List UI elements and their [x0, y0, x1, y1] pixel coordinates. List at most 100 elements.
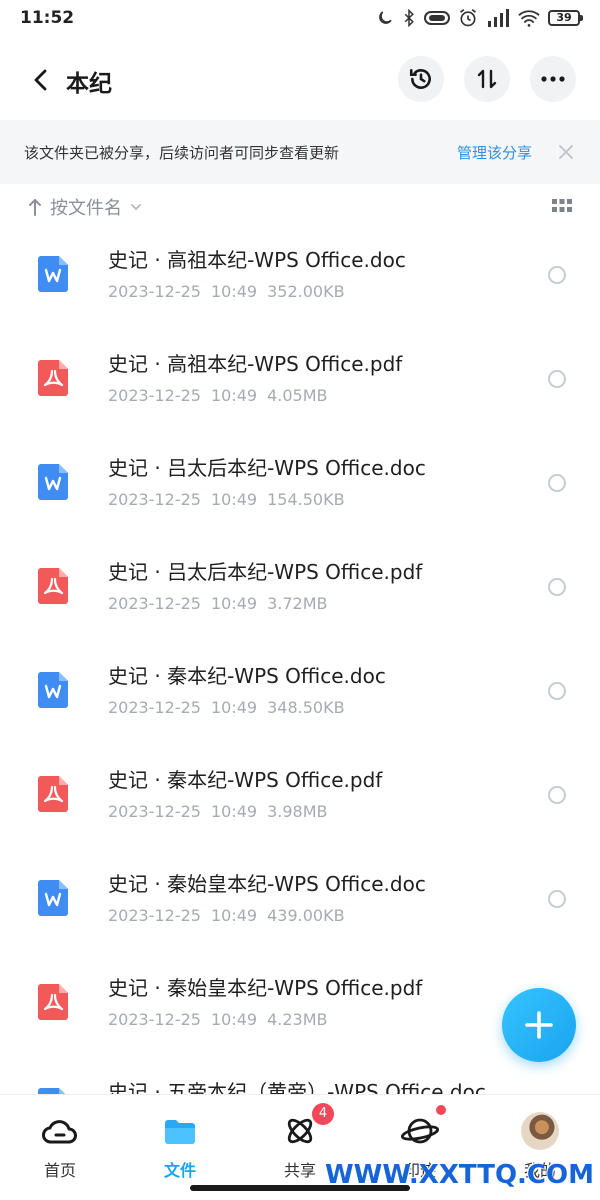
grid-icon [552, 199, 572, 212]
sort-by-name-button[interactable]: 按文件名 [28, 194, 142, 220]
file-name: 史记 · 秦本纪-WPS Office.pdf [108, 768, 383, 792]
signal-icon [488, 9, 509, 27]
alarm-icon [460, 9, 476, 27]
add-button[interactable] [502, 988, 576, 1062]
file-name: 史记 · 高祖本纪-WPS Office.doc [108, 248, 406, 272]
share-banner: 该文件夹已被分享，后续访问者可同步查看更新 管理该分享 [0, 120, 600, 184]
close-banner-button[interactable] [556, 142, 576, 162]
file-name: 史记 · 吕太后本纪-WPS Office.pdf [108, 560, 423, 584]
file-name: 史记 · 吕太后本纪-WPS Office.doc [108, 456, 426, 480]
select-radio[interactable] [548, 890, 566, 908]
file-date: 2023-12-25 [108, 1010, 201, 1029]
file-name: 史记 · 秦始皇本纪-WPS Office.pdf [108, 976, 423, 1000]
trace-dot [436, 1105, 446, 1115]
sort-row: 按文件名 [0, 190, 600, 224]
file-meta: 2023-12-25 10:49 352.00KB [108, 282, 355, 301]
file-size: 4.23MB [267, 1010, 328, 1029]
file-date: 2023-12-25 [108, 386, 201, 405]
doc-file-icon [38, 256, 70, 292]
file-meta: 2023-12-25 10:49 348.50KB [108, 698, 355, 717]
page-title: 本纪 [66, 71, 112, 97]
select-radio[interactable] [548, 786, 566, 804]
battery-icon: 39 [548, 10, 583, 26]
nav-home[interactable]: 首页 [0, 1095, 120, 1200]
file-row[interactable]: 史记 · 秦始皇本纪-WPS Office.doc 2023-12-25 10:49… [0, 846, 600, 950]
file-date: 2023-12-25 [108, 802, 201, 821]
status-icons: 39 [376, 8, 583, 28]
header: 本纪 [0, 52, 600, 108]
sort-label: 按文件名 [50, 198, 122, 219]
cloud-icon [40, 1111, 80, 1151]
file-size: 154.50KB [267, 490, 345, 509]
select-radio[interactable] [548, 370, 566, 388]
file-size: 3.72MB [267, 594, 328, 613]
select-radio[interactable] [548, 266, 566, 284]
file-row[interactable]: 史记 · 吕太后本纪-WPS Office.pdf 2023-12-25 10:49… [0, 534, 600, 638]
file-row[interactable]: 史记 · 五帝本纪（黄帝）-WPS Office.doc [0, 1054, 600, 1094]
sort-order-icon [477, 69, 497, 89]
file-time: 10:49 [210, 802, 258, 821]
file-time: 10:49 [210, 386, 258, 405]
file-time: 10:49 [210, 490, 258, 509]
file-time: 10:49 [210, 282, 258, 301]
back-button[interactable] [22, 62, 58, 98]
close-icon [559, 145, 573, 159]
avatar-wrap [520, 1111, 560, 1151]
planet-icon [400, 1105, 446, 1151]
file-size: 439.00KB [267, 906, 345, 925]
file-row[interactable]: 史记 · 秦本纪-WPS Office.pdf 2023-12-25 10:49 3.… [0, 742, 600, 846]
file-time: 10:49 [210, 594, 258, 613]
grid-view-button[interactable] [552, 198, 572, 217]
more-button[interactable] [530, 56, 576, 102]
file-name: 史记 · 秦始皇本纪-WPS Office.doc [108, 872, 426, 896]
select-radio[interactable] [548, 682, 566, 700]
file-size: 4.05MB [267, 386, 328, 405]
chevron-down-icon [131, 204, 141, 211]
select-radio[interactable] [548, 474, 566, 492]
status-time: 11:52 [20, 8, 75, 28]
more-icon [541, 76, 565, 82]
pdf-file-icon [38, 360, 70, 396]
pdf-file-icon [38, 568, 70, 604]
arrow-up-icon [29, 198, 41, 216]
doc-file-icon [38, 880, 70, 916]
manage-share-link[interactable]: 管理该分享 [457, 142, 532, 163]
file-date: 2023-12-25 [108, 282, 201, 301]
file-date: 2023-12-25 [108, 698, 201, 717]
file-time: 10:49 [210, 906, 258, 925]
watermark: WWW.XXTTQ.COM [325, 1160, 594, 1190]
file-row[interactable]: 史记 · 高祖本纪-WPS Office.pdf 2023-12-25 10:49 4… [0, 326, 600, 430]
history-button[interactable] [398, 56, 444, 102]
share-banner-text: 该文件夹已被分享，后续访问者可同步查看更新 [24, 143, 340, 162]
file-name: 史记 · 秦本纪-WPS Office.doc [108, 664, 386, 688]
file-row[interactable]: 史记 · 高祖本纪-WPS Office.doc 2023-12-25 10:49 3… [0, 222, 600, 326]
file-row[interactable]: 史记 · 吕太后本纪-WPS Office.doc 2023-12-25 10:49… [0, 430, 600, 534]
pdf-file-icon [38, 984, 70, 1020]
file-time: 10:49 [210, 1010, 258, 1029]
nav-files-label: 文件 [163, 1161, 196, 1180]
file-meta: 2023-12-25 10:49 4.05MB [108, 386, 338, 405]
pdf-file-icon [38, 776, 70, 812]
file-size: 348.50KB [267, 698, 345, 717]
file-date: 2023-12-25 [108, 594, 201, 613]
nav-share-label: 共享 [283, 1161, 316, 1180]
select-radio[interactable] [548, 578, 566, 596]
file-meta: 2023-12-25 10:49 3.72MB [108, 594, 338, 613]
file-meta: 2023-12-25 10:49 3.98MB [108, 802, 338, 821]
file-name: 史记 · 高祖本纪-WPS Office.pdf [108, 352, 403, 376]
doc-file-icon [38, 672, 70, 708]
folder-icon [160, 1111, 200, 1151]
file-size: 3.98MB [267, 802, 328, 821]
file-time: 10:49 [210, 698, 258, 717]
moon-icon [379, 11, 392, 24]
wifi-icon [518, 10, 540, 27]
sort-order-button[interactable] [464, 56, 510, 102]
file-date: 2023-12-25 [108, 906, 201, 925]
file-row[interactable]: 史记 · 秦本纪-WPS Office.doc 2023-12-25 10:49 34… [0, 638, 600, 742]
file-meta: 2023-12-25 10:49 4.23MB [108, 1010, 338, 1029]
file-meta: 2023-12-25 10:49 154.50KB [108, 490, 355, 509]
file-meta: 2023-12-25 10:49 439.00KB [108, 906, 355, 925]
doc-file-icon [38, 464, 70, 500]
file-name: 史记 · 五帝本纪（黄帝）-WPS Office.doc [108, 1080, 486, 1094]
bluetooth-icon [404, 9, 414, 27]
